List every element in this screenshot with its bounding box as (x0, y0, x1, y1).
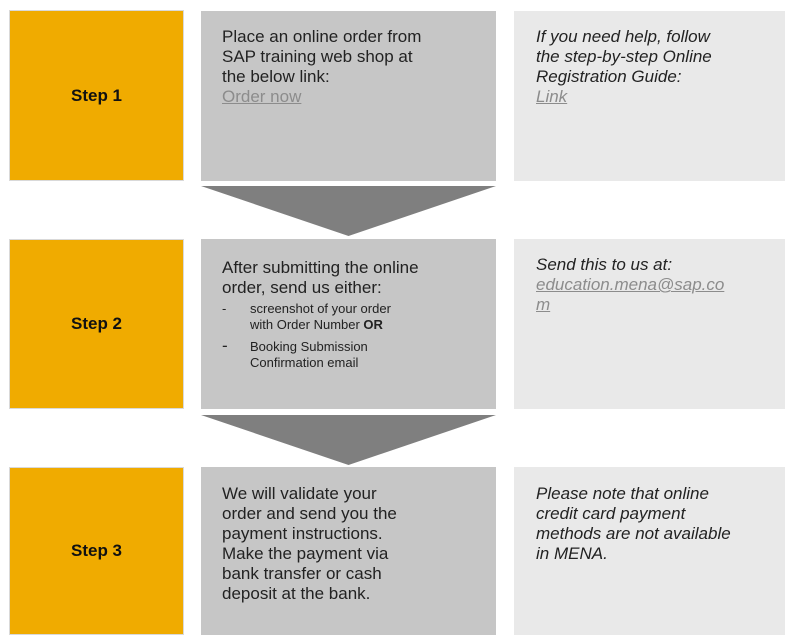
bullet-dash: - (222, 336, 228, 355)
step-3-detail-line: deposit at the bank. (222, 584, 371, 603)
step-1-note-line: If you need help, follow (536, 27, 710, 46)
step-2-detail-line: After submitting the online (222, 258, 419, 277)
email-link-continued[interactable]: m (536, 295, 550, 314)
down-arrow-1 (201, 186, 496, 236)
bullet-text: with Order Number (250, 317, 364, 332)
bullet-text: Confirmation email (250, 355, 359, 370)
email-link[interactable]: education.mena@sap.co (536, 275, 724, 294)
step-3-detail-line: bank transfer or cash (222, 564, 382, 583)
registration-guide-link[interactable]: Link (536, 87, 567, 106)
bullet-text: screenshot of your order (250, 301, 391, 316)
down-arrow-2 (201, 415, 496, 465)
three-step-process-diagram: Step 1 Place an online order from SAP tr… (0, 0, 790, 635)
step-1-detail-line: SAP training web shop at (222, 47, 413, 66)
bullet-text: Booking Submission (250, 339, 368, 354)
step-3-label: Step 3 (70, 541, 123, 560)
step-2-bullet-item: - screenshot of your order with Order Nu… (222, 301, 486, 333)
step-2-bullet-item: - Booking Submission Confirmation email (222, 336, 486, 371)
step-3-detail-box: We will validate your order and send you… (201, 467, 496, 635)
bullet-bold-text: OR (363, 317, 383, 332)
step-2-note-box: Send this to us at: education.mena@sap.c… (514, 239, 785, 409)
step-3-note-box: Please note that online credit card paym… (514, 467, 785, 635)
step-3-detail-line: order and send you the (222, 504, 397, 523)
step-2-box: Step 2 (9, 239, 184, 409)
step-1-label: Step 1 (70, 85, 123, 105)
step-3-note-line: Please note that online (536, 484, 709, 503)
step-3-note-line: credit card payment (536, 504, 686, 523)
bullet-dash: - (222, 301, 227, 316)
step-2-note-line: Send this to us at: (536, 255, 673, 274)
step-3-note-line: in MENA. (536, 544, 608, 563)
down-arrow-2-shape (201, 415, 496, 465)
step-1-box: Step 1 (9, 10, 184, 181)
step-2-bullet-list: - screenshot of your order with Order Nu… (222, 301, 486, 371)
step-1-note-line: the step-by-step Online (536, 47, 712, 66)
step-1-detail-line: the below link: (222, 67, 330, 86)
step-3-detail-line: We will validate your (222, 484, 377, 503)
step-3-detail-line: Make the payment via (222, 544, 389, 563)
step-2-detail-box: After submitting the online order, send … (201, 239, 496, 409)
step-1-detail-box: Place an online order from SAP training … (201, 11, 496, 181)
step-2-detail-line: order, send us either: (222, 278, 382, 297)
step-1-note-line: Registration Guide: (536, 67, 682, 86)
step-1-note-box: If you need help, follow the step-by-ste… (514, 11, 785, 181)
step-3-box: Step 3 (9, 467, 184, 635)
step-1-detail-line: Place an online order from (222, 27, 422, 46)
step-3-detail-line: payment instructions. (222, 524, 383, 543)
order-now-link[interactable]: Order now (222, 87, 301, 106)
step-2-label: Step 2 (70, 314, 123, 333)
down-arrow-1-shape (201, 186, 496, 236)
step-3-note-line: methods are not available (536, 524, 731, 543)
